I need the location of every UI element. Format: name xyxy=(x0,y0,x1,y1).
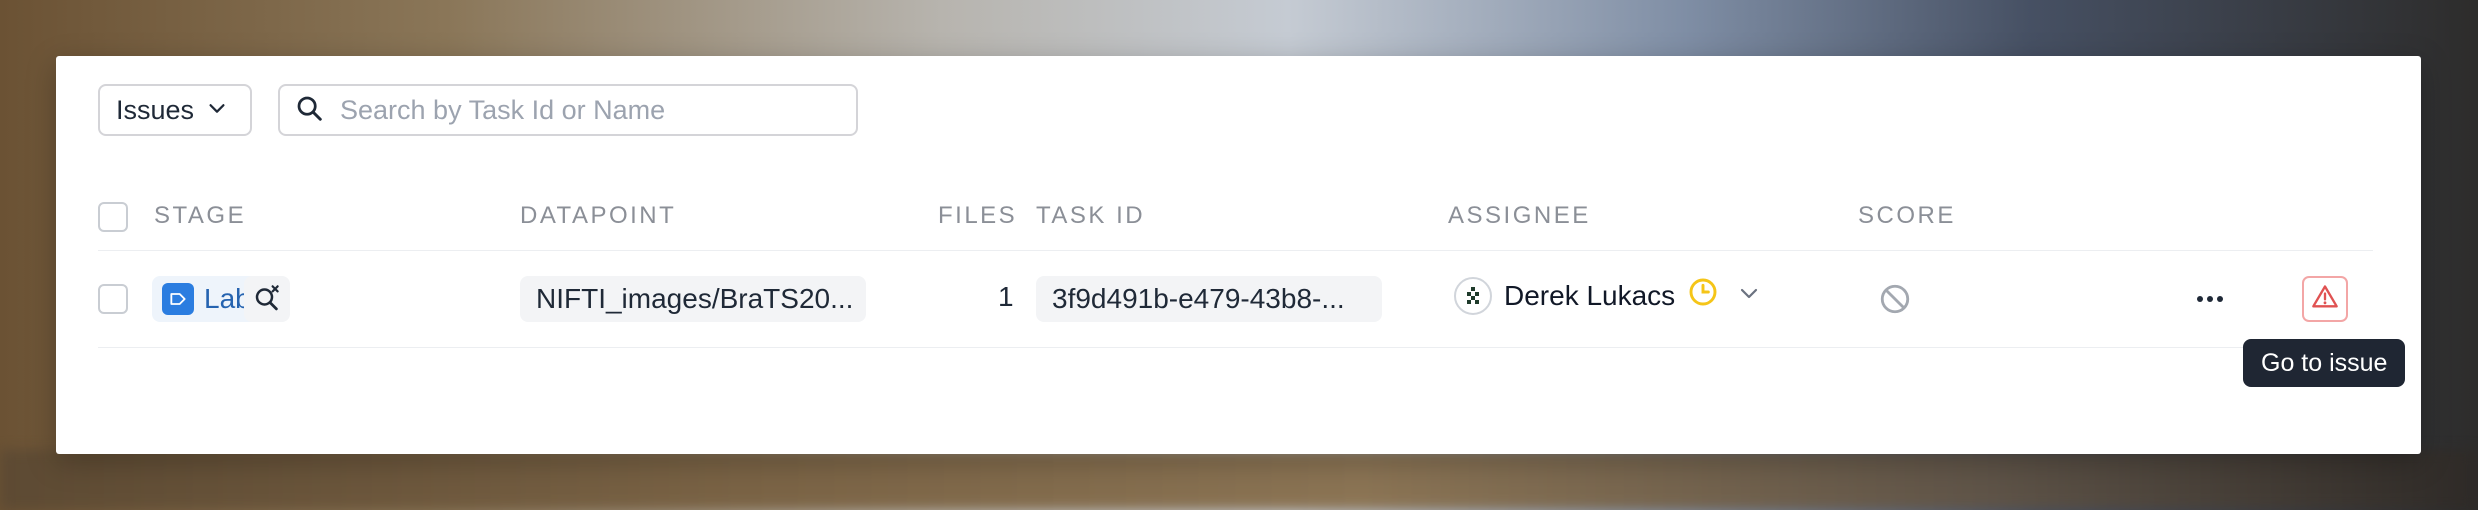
more-horizontal-icon[interactable] xyxy=(2192,281,2228,317)
column-header-assignee[interactable]: ASSIGNEE xyxy=(1448,202,1591,230)
chevron-down-icon xyxy=(206,95,228,126)
assignee-name: Derek Lukacs xyxy=(1504,279,1676,311)
table-row[interactable]: Label NIFTI_images/BraTS20... 1 3f9d491b… xyxy=(98,251,2373,348)
clock-status-icon xyxy=(1687,276,1719,315)
search-icon xyxy=(294,93,324,128)
background-blur xyxy=(0,450,2478,510)
column-header-files[interactable]: FILES xyxy=(938,202,1017,230)
search-input[interactable] xyxy=(338,93,842,127)
search-close-icon xyxy=(252,282,282,317)
column-header-task-id[interactable]: TASK ID xyxy=(1036,202,1145,230)
column-header-datapoint[interactable]: DATAPOINT xyxy=(520,202,676,230)
datapoint-cell[interactable]: NIFTI_images/BraTS20... xyxy=(520,276,866,322)
review-search-button[interactable] xyxy=(244,276,290,322)
table-header: STAGE DATAPOINT FILES TASK ID ASSIGNEE S… xyxy=(98,184,2373,251)
go-to-issue-button[interactable] xyxy=(2302,276,2348,322)
files-count: 1 xyxy=(998,281,1014,312)
task-id-cell[interactable]: 3f9d491b-e479-43b8-... xyxy=(1036,276,1382,322)
tooltip: Go to issue xyxy=(2243,339,2406,387)
select-all-checkbox[interactable] xyxy=(98,202,128,232)
row-checkbox[interactable] xyxy=(98,284,128,314)
warning-triangle-icon xyxy=(2311,283,2339,316)
issues-filter-dropdown[interactable]: Issues xyxy=(98,84,252,136)
column-header-score[interactable]: SCORE xyxy=(1858,202,1956,230)
chevron-down-icon[interactable] xyxy=(1737,280,1761,312)
dropdown-value: Issues xyxy=(116,94,195,125)
assignee-selector[interactable]: Derek Lukacs xyxy=(1454,276,1761,315)
tasks-panel: Issues STAGE DATAPOINT FILES TASK ID ASS… xyxy=(56,56,2421,454)
toolbar: Issues xyxy=(98,84,858,136)
search-box[interactable] xyxy=(278,84,858,136)
label-tag-icon xyxy=(162,283,194,315)
no-score-icon xyxy=(1878,282,1912,321)
column-header-stage[interactable]: STAGE xyxy=(154,202,246,230)
avatar xyxy=(1454,276,1492,315)
